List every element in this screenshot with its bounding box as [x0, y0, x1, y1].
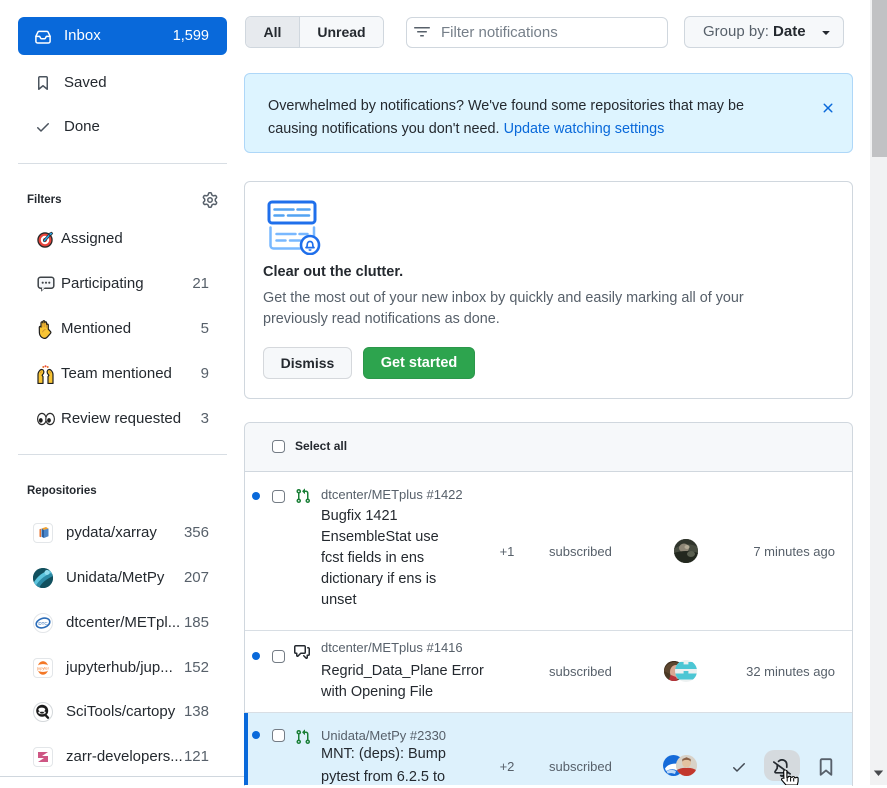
svg-text:jupyter: jupyter — [36, 666, 50, 671]
svg-text:DTC: DTC — [38, 621, 48, 626]
